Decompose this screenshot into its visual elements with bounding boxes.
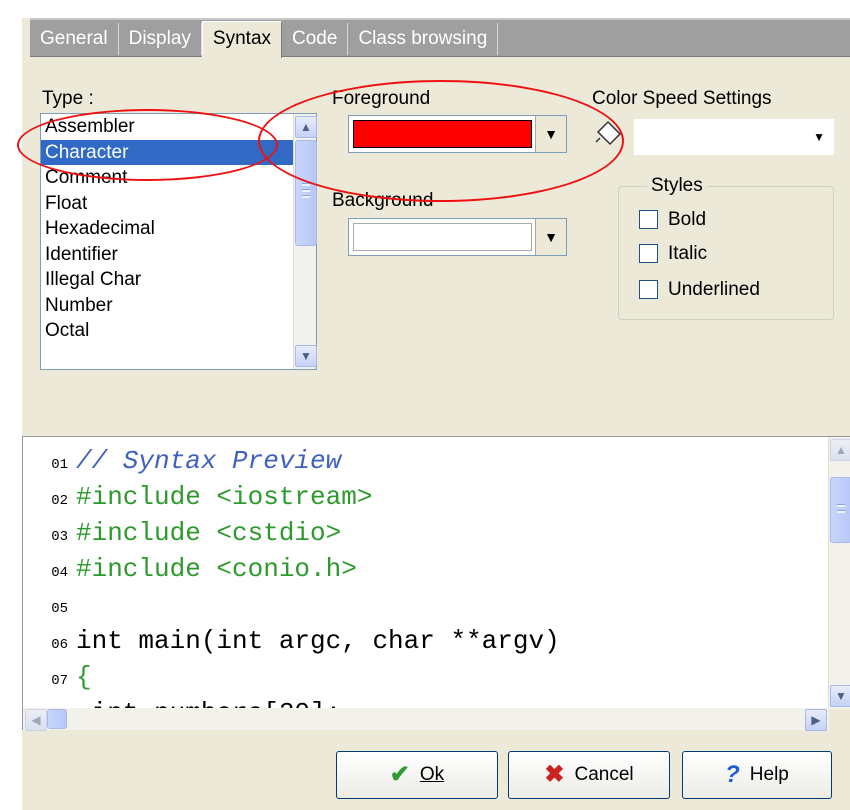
scroll-up-arrow-icon[interactable]: ▲ [830,439,850,461]
help-button[interactable]: ? Help [682,751,832,799]
scroll-down-arrow-icon[interactable]: ▼ [295,345,317,367]
cancel-button[interactable]: ✖ Cancel [508,751,670,799]
grip-line [302,189,310,192]
chevron-down-icon[interactable]: ▼ [535,116,566,152]
list-item-hexadecimal[interactable]: Hexadecimal [41,216,316,242]
tab-bar: General Display Syntax Code Class browsi… [30,18,850,58]
scroll-right-arrow-icon[interactable]: ▶ [805,709,827,731]
list-item-float[interactable]: Float [41,191,316,217]
code-line: 04 #include <conio.h> [23,551,357,587]
background-color-swatch [353,223,532,251]
grip-line [302,183,310,186]
bold-checkbox[interactable]: Bold [639,209,706,231]
scroll-left-arrow-icon[interactable]: ◀ [25,709,47,731]
editor-horizontal-scrollbar[interactable]: ◀ ▶ [22,708,829,731]
grip-line [837,510,845,513]
line-number: 06 [51,637,68,653]
grip-line [302,195,310,198]
code-line: 03 #include <cstdio> [23,515,341,551]
scroll-up-arrow-icon[interactable]: ▲ [295,116,317,138]
code-line: 07 { [23,659,92,695]
scroll-thumb[interactable] [47,709,67,729]
scroll-down-arrow-icon[interactable]: ▼ [830,685,850,707]
background-label: Background [332,190,434,211]
code-text: #include <iostream> [76,482,373,512]
syntax-preview-editor[interactable]: 01 // Syntax Preview 02 #include <iostream>… [22,436,850,728]
type-list-scrollbar[interactable]: ▲ ▼ [293,114,317,369]
list-item-character[interactable]: Character [41,139,316,165]
code-text: #include <conio.h> [76,554,357,584]
type-label: Type : [42,88,94,109]
code-line: 06 int main(int argc, char **argv) [23,623,560,659]
tab-code[interactable]: Code [282,23,349,55]
chevron-down-icon[interactable]: ▼ [813,120,825,154]
underlined-checkbox[interactable]: Underlined [639,279,760,301]
scroll-thumb[interactable] [830,477,850,543]
foreground-color-picker[interactable]: ▼ [348,115,567,153]
type-listbox[interactable]: Assembler Character Comment Float Hexade… [40,113,317,370]
italic-checkbox[interactable]: Italic [639,243,707,265]
code-line: 02 #include <iostream> [23,479,372,515]
tab-display[interactable]: Display [119,23,202,55]
line-number: 05 [51,601,68,617]
list-item-identifier[interactable]: Identifier [41,242,316,268]
code-text: { [76,662,92,692]
grip-line [837,504,845,507]
italic-label: Italic [668,243,708,264]
editor-vertical-scrollbar[interactable]: ▲ ▼ [828,437,850,709]
scroll-thumb[interactable] [295,140,317,246]
question-mark-icon: ? [725,761,740,788]
checkbox-box[interactable] [639,210,658,230]
line-number: 04 [51,565,68,581]
cancel-x-icon: ✖ [544,761,565,788]
line-number: 02 [51,493,68,509]
checkbox-box[interactable] [639,280,658,300]
list-item-octal[interactable]: Octal [41,318,316,344]
line-number: 03 [51,529,68,545]
code-text: #include <cstdio> [76,518,342,548]
checkmark-icon: ✔ [389,761,410,788]
code-text: // Syntax Preview [76,446,342,476]
color-speed-label: Color Speed Settings [592,88,772,109]
foreground-color-swatch [353,120,532,148]
tab-syntax[interactable]: Syntax [201,20,283,58]
paint-bucket-icon [595,120,622,146]
styles-title: Styles [647,175,707,197]
code-line: 01 // Syntax Preview [23,443,341,479]
styles-group: Styles Bold Italic Underlined [618,175,834,320]
tab-general[interactable]: General [30,23,119,55]
foreground-label: Foreground [332,88,431,109]
line-number: 07 [51,673,68,689]
underlined-label: Underlined [668,279,760,300]
tab-class-browsing[interactable]: Class browsing [348,23,499,55]
background-color-picker[interactable]: ▼ [348,218,567,256]
editor-options-dialog: General Display Syntax Code Class browsi… [17,18,850,810]
color-speed-select[interactable]: ▼ [634,119,834,155]
code-line: 05 [23,587,76,623]
code-text: int main(int argc, char **argv) [76,626,560,656]
list-item-number[interactable]: Number [41,293,316,319]
list-item-assembler[interactable]: Assembler [41,114,316,140]
list-item-illegal-char[interactable]: Illegal Char [41,267,316,293]
chevron-down-icon[interactable]: ▼ [535,219,566,255]
bold-label: Bold [668,209,707,230]
list-item-comment[interactable]: Comment [41,165,316,191]
line-number: 01 [51,457,68,473]
checkbox-box[interactable] [639,244,658,264]
ok-button[interactable]: ✔ Ok [336,751,498,799]
